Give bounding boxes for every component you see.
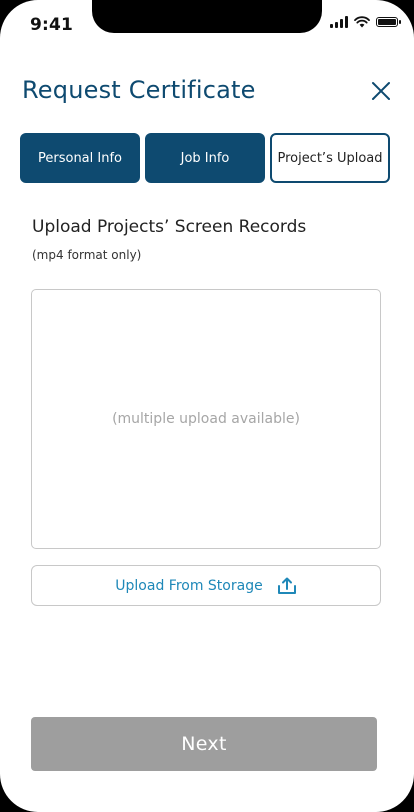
dropzone-hint: (multiple upload available)	[112, 411, 300, 427]
next-button-label: Next	[181, 733, 227, 755]
tab-job-info[interactable]: Job Info	[145, 133, 265, 183]
wifi-icon	[354, 16, 370, 28]
upload-heading: Upload Projects’ Screen Records	[32, 217, 307, 237]
tab-personal-info[interactable]: Personal Info	[20, 133, 140, 183]
status-time: 9:41	[30, 15, 74, 35]
device-notch	[92, 0, 322, 33]
app-screen: 9:41 Request Certificate Personal Info J…	[0, 0, 414, 812]
tab-label: Personal Info	[38, 150, 122, 166]
upload-button-label: Upload From Storage	[115, 577, 263, 594]
cellular-signal-icon	[330, 16, 348, 28]
close-icon[interactable]	[368, 78, 394, 104]
tab-label: Project’s Upload	[277, 150, 383, 166]
tab-label: Job Info	[180, 150, 230, 166]
step-tabs: Personal Info Job Info Project’s Upload	[20, 133, 390, 183]
format-note: (mp4 format only)	[32, 248, 142, 262]
status-icons	[330, 16, 401, 28]
upload-dropzone[interactable]: (multiple upload available)	[31, 289, 381, 549]
upload-icon	[277, 577, 296, 594]
next-button[interactable]: Next	[31, 717, 377, 771]
tab-projects-upload[interactable]: Project’s Upload	[270, 133, 390, 183]
upload-from-storage-button[interactable]: Upload From Storage	[31, 565, 381, 606]
page-title: Request Certificate	[22, 76, 256, 104]
battery-icon	[376, 17, 401, 27]
